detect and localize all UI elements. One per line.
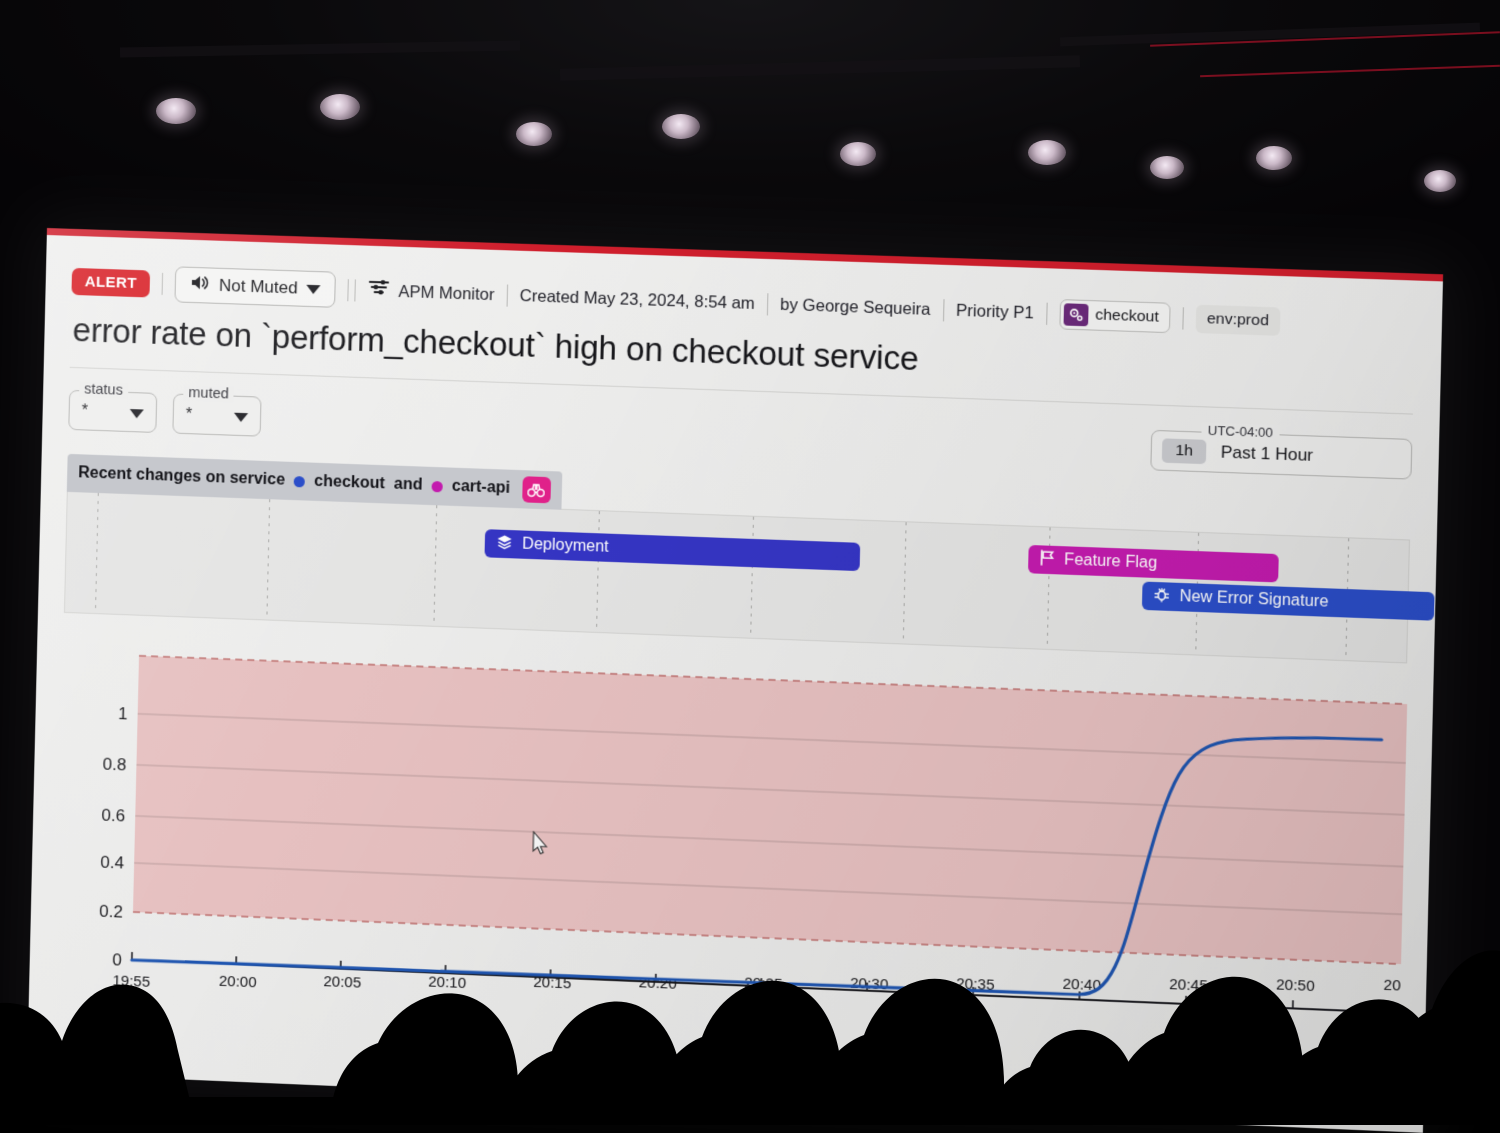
divider	[943, 299, 945, 321]
service-tag-chip[interactable]: checkout	[1059, 299, 1170, 333]
stage-light	[156, 98, 196, 124]
x-tick-label: 20:30	[850, 975, 889, 994]
service-b-label: cart-api	[452, 478, 511, 498]
stage-light	[662, 114, 700, 139]
mute-label: Not Muted	[219, 276, 298, 299]
divider	[162, 273, 164, 295]
stage-light	[516, 122, 552, 146]
y-tick-label: 1	[118, 704, 128, 723]
created-date: Created May 23, 2024, 8:54 am	[520, 286, 756, 313]
y-tick-label: 0.6	[101, 806, 125, 826]
y-tick-label: 0.8	[103, 755, 127, 775]
chevron-down-icon	[234, 412, 248, 422]
x-tick-label: 20:50	[1276, 976, 1315, 995]
conjunction-label: and	[394, 476, 423, 495]
muted-filter-legend: muted	[183, 385, 234, 403]
env-tag-chip[interactable]: env:prod	[1195, 305, 1280, 336]
service-a-label: checkout	[314, 473, 385, 494]
timeline-gridline	[596, 511, 600, 632]
y-tick-label: 0.4	[100, 853, 124, 873]
timeline-gridline	[95, 493, 99, 613]
x-tick-label: 20:45	[1169, 976, 1208, 995]
binoculars-icon[interactable]	[522, 476, 551, 503]
speaker-icon	[190, 274, 211, 297]
divider	[348, 279, 350, 301]
status-filter-legend: status	[79, 381, 128, 399]
divider	[767, 293, 769, 315]
mouse-cursor	[532, 831, 550, 862]
author: by George Sequeira	[780, 295, 931, 319]
projected-slide: ALERT Not Muted APM Monitor Created May …	[27, 228, 1443, 1133]
service-gear-icon	[1063, 303, 1088, 326]
chevron-down-icon	[307, 284, 321, 294]
muted-filter[interactable]: muted *	[172, 394, 261, 437]
y-tick-label: 0.2	[99, 902, 123, 922]
event-bar-deployment[interactable]: Deployment	[485, 529, 861, 571]
flag-icon	[1039, 549, 1055, 571]
x-tick-label: 20:	[1383, 977, 1405, 995]
divider	[1182, 307, 1184, 329]
legend-swatch	[90, 1024, 110, 1045]
chevron-down-icon	[130, 409, 144, 419]
x-tick-label: 20:05	[323, 973, 361, 992]
monitor-filter-icon	[368, 279, 391, 304]
stage-light	[1028, 140, 1066, 165]
time-range-label: Past 1 Hour	[1221, 442, 1314, 466]
divider	[355, 279, 357, 301]
stage-light	[1256, 146, 1292, 170]
layers-icon	[496, 533, 514, 555]
alert-chart[interactable]: 1 0.8 0.6 0.4 0.2 0	[54, 619, 1407, 1076]
divider	[506, 284, 508, 306]
service-tag-label: checkout	[1095, 306, 1159, 326]
x-tick-label: 20:10	[428, 973, 466, 992]
y-tick-label: 0	[112, 950, 122, 969]
monitor-type-label: APM Monitor	[398, 282, 495, 304]
service-a-dot	[294, 476, 305, 487]
timeline-gridline	[266, 499, 270, 619]
threshold-band	[133, 656, 1407, 964]
time-range-chip[interactable]: 1h	[1162, 438, 1207, 464]
timezone-legend: UTC-04:00	[1201, 422, 1279, 440]
stage-light	[1150, 156, 1184, 179]
priority: Priority P1	[956, 301, 1034, 323]
timeline-gridline	[902, 522, 906, 643]
recent-changes-prefix: Recent changes on service	[78, 464, 285, 489]
status-badge: ALERT	[71, 267, 150, 297]
ceiling-truss	[560, 55, 1080, 81]
timeline-gridline	[434, 505, 438, 626]
event-bar-label: Deployment	[522, 536, 609, 557]
stage-light	[1424, 170, 1456, 192]
x-tick-label: 20:20	[638, 974, 676, 993]
bug-icon	[1154, 586, 1171, 608]
status-filter-value: *	[81, 402, 88, 420]
event-bar-new-error-signature[interactable]: New Error Signature	[1142, 582, 1435, 621]
timeline-gridline	[750, 517, 754, 638]
stage-light	[320, 94, 360, 120]
muted-filter-value: *	[186, 406, 193, 424]
x-tick-label: 19:55	[112, 972, 150, 991]
mute-dropdown[interactable]: Not Muted	[174, 266, 336, 308]
time-range-picker[interactable]: UTC-04:00 1h Past 1 Hour	[1150, 430, 1412, 480]
x-tick-label: 20:00	[219, 973, 257, 992]
stage-light	[840, 142, 876, 166]
ceiling-truss	[120, 41, 520, 58]
monitor-type[interactable]: APM Monitor	[368, 279, 495, 307]
chart-svg: 1 0.8 0.6 0.4 0.2 0	[55, 619, 1408, 1066]
divider	[1046, 303, 1048, 325]
event-bar-label: New Error Signature	[1179, 588, 1328, 612]
event-bar-label: Feature Flag	[1064, 551, 1157, 573]
event-bar-feature-flag[interactable]: Feature Flag	[1028, 545, 1279, 583]
legend-label: *	[121, 1027, 128, 1045]
ceiling-accent-light	[1200, 65, 1500, 77]
service-b-dot	[432, 480, 443, 491]
status-filter[interactable]: status *	[68, 390, 157, 433]
